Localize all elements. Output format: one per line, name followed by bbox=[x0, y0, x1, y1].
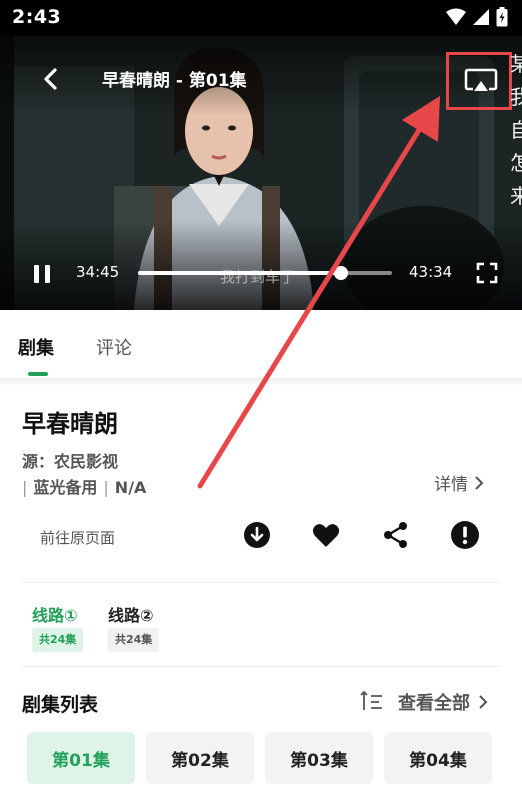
alert-icon[interactable] bbox=[450, 520, 480, 550]
pause-icon[interactable] bbox=[30, 262, 54, 286]
progress-thumb[interactable] bbox=[333, 266, 348, 280]
meta-separator: | bbox=[22, 478, 28, 497]
wifi-icon bbox=[446, 8, 466, 25]
divider bbox=[22, 666, 500, 667]
danmaku-overlay: 某 我 自 怎 来 bbox=[510, 48, 522, 213]
episode-button[interactable]: 第03集 bbox=[265, 732, 373, 784]
download-icon[interactable] bbox=[242, 520, 272, 550]
tab-bar: 剧集 评论 bbox=[0, 310, 522, 380]
video-title: 早春晴朗 - 第01集 bbox=[102, 71, 247, 91]
status-bar: 2:43 bbox=[0, 0, 522, 36]
details-link[interactable]: 详情 bbox=[434, 470, 484, 495]
danmaku-char: 某 bbox=[510, 52, 522, 76]
chevron-right-icon bbox=[475, 475, 484, 490]
episode-button[interactable]: 第01集 bbox=[27, 732, 135, 784]
tab-indicator bbox=[28, 372, 48, 376]
cast-button[interactable] bbox=[446, 52, 512, 110]
danmaku-char: 我 bbox=[510, 85, 522, 109]
progress-bar[interactable] bbox=[138, 266, 392, 280]
back-arrow-icon[interactable] bbox=[36, 64, 66, 94]
cellular-signal-icon bbox=[473, 9, 489, 25]
battery-icon bbox=[496, 7, 508, 27]
meta-separator: | bbox=[103, 478, 109, 497]
details-label: 详情 bbox=[434, 475, 468, 495]
heart-icon[interactable] bbox=[311, 520, 341, 550]
total-time: 43:34 bbox=[409, 263, 453, 281]
tab-episodes[interactable]: 剧集 bbox=[18, 334, 54, 360]
divider bbox=[22, 582, 500, 583]
route-2-count-badge: 共24集 bbox=[108, 628, 160, 652]
fullscreen-icon[interactable] bbox=[475, 261, 499, 285]
route-2-tab[interactable]: 线路② bbox=[108, 602, 154, 626]
view-all-label: 查看全部 bbox=[398, 693, 470, 714]
top-gradient bbox=[0, 36, 522, 116]
episode-button[interactable]: 第02集 bbox=[146, 732, 254, 784]
video-player[interactable]: 早春晴朗 - 第01集 某 我 自 怎 来 我打到车了 34:45 43:34 bbox=[0, 36, 522, 310]
meta-quality: 蓝光备用 bbox=[33, 478, 98, 497]
chevron-right-icon bbox=[479, 695, 488, 709]
meta-line: | 蓝光备用 | N/A bbox=[22, 474, 146, 498]
sort-icon[interactable] bbox=[360, 690, 384, 712]
progress-fill bbox=[138, 271, 341, 275]
route-1-tab[interactable]: 线路① bbox=[32, 602, 78, 626]
episode-list-heading: 剧集列表 bbox=[22, 694, 99, 716]
view-all-link[interactable]: 查看全部 bbox=[398, 689, 488, 715]
danmaku-char: 来 bbox=[510, 184, 522, 208]
status-icons bbox=[446, 7, 508, 27]
subtitle-text: 我打到车了 bbox=[220, 268, 296, 286]
source-label: 源：农民影视 bbox=[22, 452, 119, 471]
tab-comments[interactable]: 评论 bbox=[96, 334, 132, 360]
route-1-count-badge: 共24集 bbox=[32, 628, 84, 652]
cast-icon bbox=[464, 68, 498, 91]
origin-page-link[interactable]: 前往原页面 bbox=[40, 527, 115, 548]
show-title: 早春晴朗 bbox=[22, 410, 118, 438]
status-time: 2:43 bbox=[12, 6, 62, 28]
current-time: 34:45 bbox=[76, 263, 120, 281]
danmaku-char: 自 bbox=[510, 118, 522, 142]
meta-extra: N/A bbox=[114, 478, 147, 497]
episode-button[interactable]: 第04集 bbox=[384, 732, 492, 784]
danmaku-char: 怎 bbox=[510, 151, 522, 175]
share-icon[interactable] bbox=[381, 520, 411, 550]
tabs-divider bbox=[0, 378, 522, 386]
